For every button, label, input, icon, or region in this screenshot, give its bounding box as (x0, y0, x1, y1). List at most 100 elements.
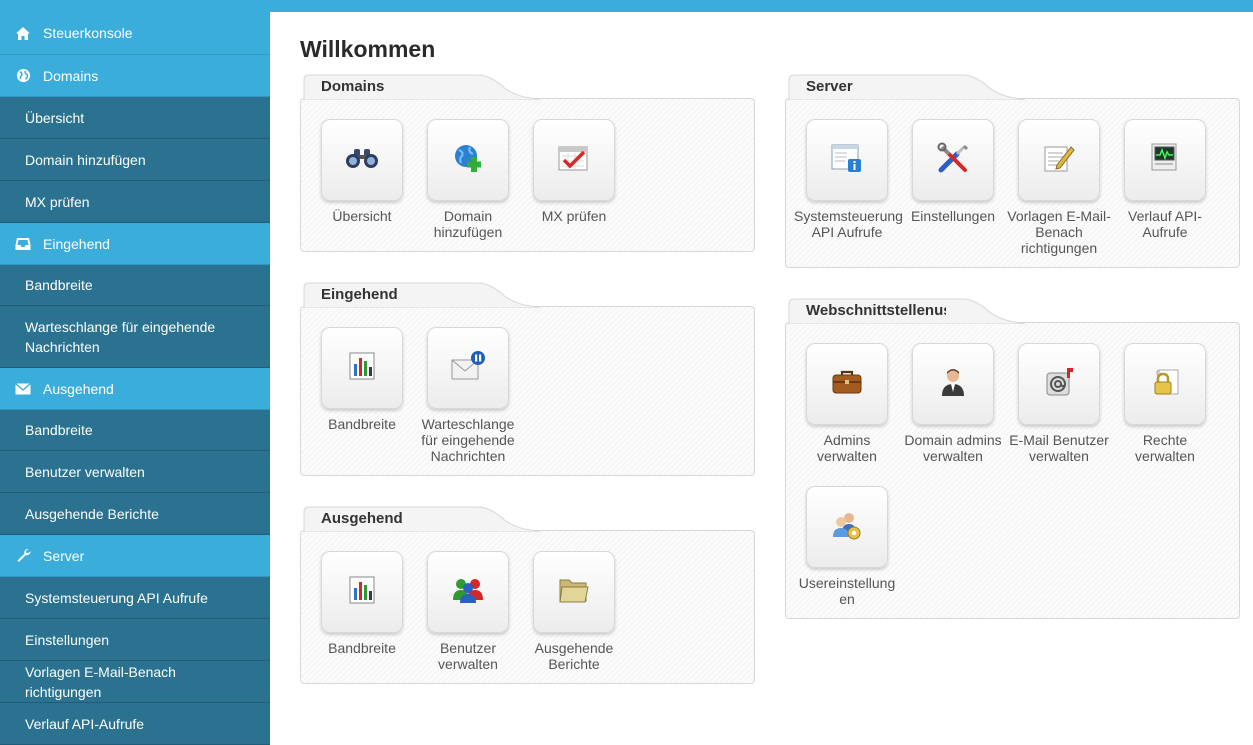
tile-label: Rechte verwalten (1135, 432, 1195, 464)
sidebar-item-bandbreite-eingehend[interactable]: Bandbreite (0, 265, 270, 306)
tile-domain-admins-verwalten[interactable]: Domain admins verwalten (904, 343, 1002, 464)
tile-ausgehende-berichte[interactable]: Ausgehende Berichte (533, 551, 615, 672)
tile-bandbreite-eingehend[interactable]: Bandbreite (321, 327, 403, 432)
tile-verlauf-api[interactable]: Verlauf API-Aufrufe (1124, 119, 1206, 240)
sidebar-item-domain-hinzufuegen[interactable]: Domain hinzufügen (0, 139, 270, 181)
sidebar-item-ausgehende-berichte[interactable]: Ausgehende Berichte (0, 493, 270, 535)
person-icon (940, 367, 966, 402)
sidebar-item-label: Einstellungen (25, 631, 110, 648)
sidebar-item-label: Vorlagen E-Mail-Benach richtigungen (25, 663, 176, 700)
tile-warteschlange[interactable]: Warteschlange für eingehende Nachrichten (421, 327, 515, 464)
panel-server: Server Systemsteuerung API Aufrufe Einst… (785, 74, 1240, 268)
panel-domains: Domains Übersicht Domain hinzufügen MX p… (300, 74, 755, 252)
inbox-icon (14, 235, 32, 253)
tile-admins-verwalten[interactable]: Admins verwalten (806, 343, 888, 464)
tile-uebersicht[interactable]: Übersicht (321, 119, 403, 224)
panel-title: Eingehend (321, 286, 398, 303)
monitor-chart-icon (1150, 143, 1180, 178)
home-icon (14, 24, 32, 42)
tile-email-benutzer-verwalten[interactable]: E-Mail Benutzer verwalten (1009, 343, 1109, 464)
tools-icon (937, 142, 969, 179)
tile-label: Benutzer verwalten (438, 640, 498, 672)
sidebar-item-label: Server (43, 547, 85, 564)
folder-icon (558, 576, 590, 609)
users-icon (451, 576, 485, 609)
page-title: Willkommen (300, 36, 436, 62)
tile-label: Warteschlange für eingehende Nachrichten (421, 416, 515, 464)
tile-label: Systemsteuerung API Aufrufe (794, 208, 903, 240)
sidebar-item-systemsteuerung-api[interactable]: Systemsteuerung API Aufrufe (0, 577, 270, 619)
sidebar-item-label: Übersicht (25, 109, 85, 126)
panel-title: Server (806, 78, 853, 95)
sidebar-item-label: Steuerkonsole (43, 25, 133, 41)
tile-rechte-verwalten[interactable]: Rechte verwalten (1124, 343, 1206, 464)
sidebar-item-uebersicht[interactable]: Übersicht (0, 97, 270, 139)
bar-chart-icon (349, 576, 375, 609)
panel-webschnittstellenus: Webschnittstellenus Admins verwalten Dom… (785, 298, 1240, 619)
sidebar-item-steuerkonsole[interactable]: Steuerkonsole (0, 12, 270, 55)
tile-vorlagen[interactable]: Vorlagen E-Mail-Benach richtigungen (1007, 119, 1111, 256)
panel-ausgehend: Ausgehend Bandbreite Benutzer verwalten … (300, 506, 755, 684)
sidebar-item-label: Benutzer verwalten (25, 463, 145, 480)
tile-label: Usereinstellung en (798, 575, 896, 607)
tile-bandbreite-ausgehend[interactable]: Bandbreite (321, 551, 403, 656)
mail-at-icon (1044, 367, 1074, 402)
sidebar-item-label: Systemsteuerung API Aufrufe (25, 589, 208, 606)
users-settings-icon (831, 509, 863, 546)
tile-label: E-Mail Benutzer verwalten (1009, 432, 1109, 464)
panel-eingehend: Eingehend Bandbreite Warteschlange für e… (300, 282, 755, 476)
panel-title: Webschnittstellenus (806, 302, 946, 319)
sidebar-item-label: Warteschlange für eingehende Nachrichten (25, 318, 216, 355)
sidebar-item-label: MX prüfen (25, 193, 90, 210)
tile-label: MX prüfen (541, 208, 607, 224)
tile-usereinstellungen[interactable]: Usereinstellung en (799, 486, 895, 607)
envelope-icon (14, 380, 32, 398)
tile-label: Übersicht (332, 208, 392, 224)
tile-label: Domain hinzufügen (433, 208, 503, 240)
sidebar: Steuerkonsole Domains Übersicht Domain h… (0, 12, 270, 745)
sidebar-item-mx-pruefen[interactable]: MX prüfen (0, 181, 270, 223)
sidebar-item-vorlagen[interactable]: Vorlagen E-Mail-Benach richtigungen (0, 661, 270, 703)
sidebar-item-domains[interactable]: Domains (0, 55, 270, 97)
tile-einstellungen[interactable]: Einstellungen (911, 119, 995, 224)
tile-benutzer-verwalten[interactable]: Benutzer verwalten (427, 551, 509, 672)
binoculars-icon (345, 147, 379, 174)
tile-label: Bandbreite (328, 640, 396, 656)
bar-chart-icon (349, 352, 375, 385)
tile-label: Admins verwalten (817, 432, 877, 464)
sidebar-item-einstellungen[interactable]: Einstellungen (0, 619, 270, 661)
mail-pause-icon (450, 350, 486, 387)
tile-label: Bandbreite (328, 416, 396, 432)
sidebar-item-label: Eingehend (43, 235, 110, 252)
top-bar (0, 0, 1253, 12)
tile-label: Ausgehende Berichte (534, 640, 614, 672)
sidebar-item-label: Domains (43, 67, 99, 84)
main-content: Willkommen Domains Übersicht Domain hinz… (270, 12, 1253, 740)
sidebar-item-server[interactable]: Server (0, 535, 270, 577)
tile-label: Domain admins verwalten (904, 432, 1002, 464)
sidebar-item-warteschlange[interactable]: Warteschlange für eingehende Nachrichten (0, 306, 270, 368)
globe-add-icon (453, 143, 483, 178)
tile-systemsteuerung-api[interactable]: Systemsteuerung API Aufrufe (794, 119, 903, 240)
lock-document-icon (1150, 367, 1180, 402)
sidebar-item-label: Ausgehend (43, 380, 114, 397)
sidebar-item-ausgehend[interactable]: Ausgehend (0, 368, 270, 410)
edit-document-icon (1043, 143, 1075, 178)
check-calendar-icon (558, 144, 590, 177)
sidebar-item-label: Bandbreite (25, 277, 93, 293)
tile-domain-hinzufuegen[interactable]: Domain hinzufügen (427, 119, 509, 240)
wrench-icon (14, 547, 32, 565)
sidebar-item-label: Verlauf API-Aufrufe (25, 715, 145, 732)
sidebar-item-verlauf-api[interactable]: Verlauf API-Aufrufe (0, 703, 270, 745)
sidebar-item-eingehend[interactable]: Eingehend (0, 223, 270, 265)
panel-title: Ausgehend (321, 510, 403, 527)
sidebar-item-label: Bandbreite (25, 422, 93, 438)
tile-label: Verlauf API-Aufrufe (1128, 208, 1202, 240)
briefcase-icon (832, 369, 862, 400)
tile-mx-pruefen[interactable]: MX prüfen (533, 119, 615, 224)
sidebar-item-bandbreite-ausgehend[interactable]: Bandbreite (0, 410, 270, 451)
sidebar-item-label: Domain hinzufügen (25, 151, 146, 168)
window-info-icon (831, 143, 863, 178)
sidebar-item-benutzer-verwalten[interactable]: Benutzer verwalten (0, 451, 270, 493)
sidebar-item-label: Ausgehende Berichte (25, 505, 159, 522)
